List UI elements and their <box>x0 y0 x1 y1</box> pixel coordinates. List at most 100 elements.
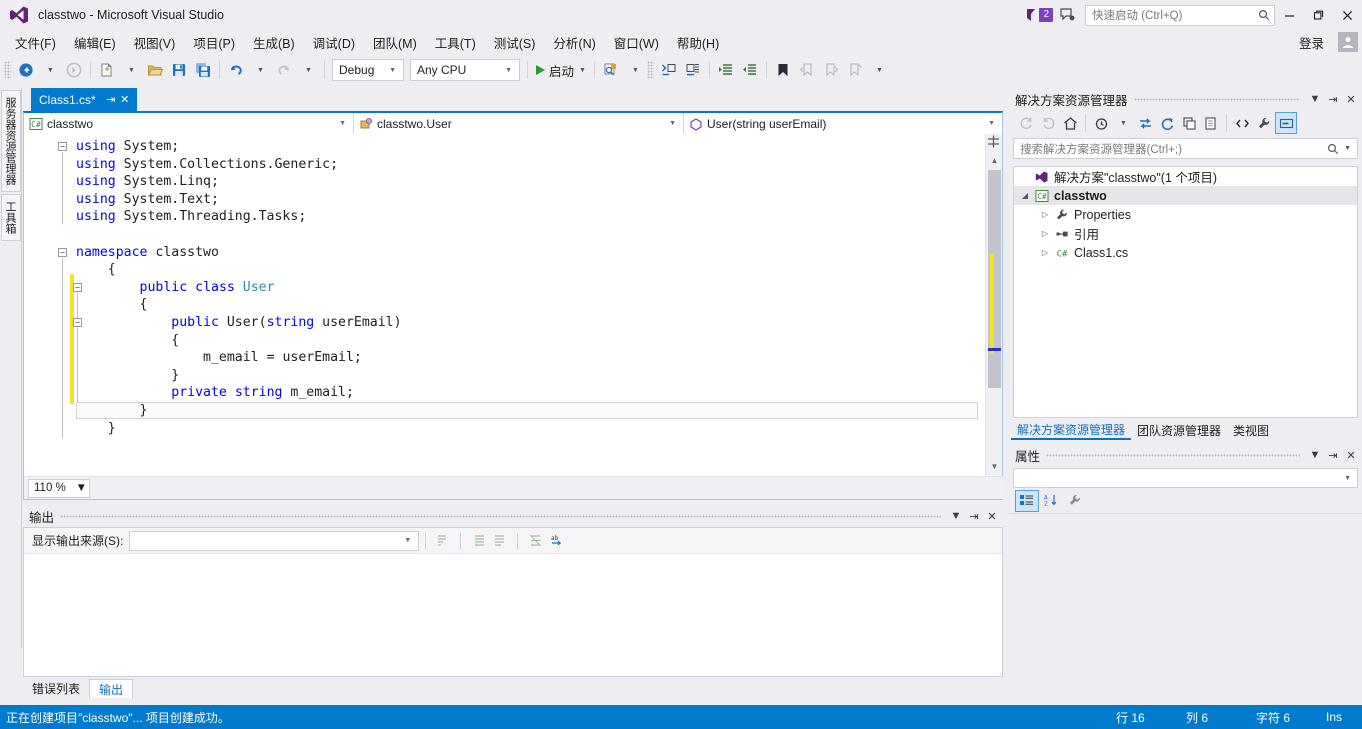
user-avatar-icon[interactable] <box>1338 32 1358 52</box>
close-icon[interactable]: ✕ <box>118 93 132 106</box>
start-debug-button[interactable]: 启动 ▼ <box>532 58 590 82</box>
toggle-word-wrap-icon[interactable] <box>489 530 511 552</box>
find-in-files-icon[interactable] <box>599 58 623 82</box>
auto-hide-tab-server-explorer[interactable]: 服务器资源管理器 <box>1 90 21 192</box>
menu-item-team[interactable]: 团队(M) <box>364 30 426 55</box>
find-dropdown[interactable]: ▼ <box>623 58 647 82</box>
toolbar-overflow-icon[interactable]: ▼ <box>867 58 891 82</box>
output-source-combo[interactable]: ▼ <box>129 530 420 551</box>
navbar-type-combo[interactable]: classtwo.User ▼ <box>354 113 684 134</box>
menu-item-file[interactable]: 文件(F) <box>6 30 65 55</box>
tab-output[interactable]: 输出 <box>89 679 134 698</box>
new-project-icon[interactable] <box>95 58 119 82</box>
solution-configuration-combo[interactable]: Debug ▼ <box>332 59 404 81</box>
menu-item-build[interactable]: 生成(B) <box>244 30 304 55</box>
redo-dropdown[interactable]: ▼ <box>296 58 320 82</box>
toolbar-grip-2[interactable] <box>646 61 654 79</box>
header-drag-dots[interactable] <box>1046 453 1300 457</box>
menu-item-debug[interactable]: 调试(D) <box>304 30 364 55</box>
toggle-autoscroll-icon[interactable]: ab <box>546 530 568 552</box>
scroll-up-icon[interactable]: ▲ <box>986 152 1003 168</box>
feedback-icon[interactable] <box>1057 4 1079 26</box>
header-drag-dots[interactable] <box>1133 97 1300 101</box>
solution-tree[interactable]: 解决方案"classtwo"(1 个项目) ◢ C# classtwo ▷ Pr… <box>1013 166 1358 418</box>
expander-expanded[interactable]: ◢ <box>1018 191 1032 200</box>
increase-indent-icon[interactable] <box>714 58 738 82</box>
refresh-icon[interactable] <box>1156 112 1178 134</box>
maximize-button[interactable] <box>1304 0 1333 30</box>
pending-changes-dropdown[interactable]: ▼ <box>1112 112 1134 134</box>
tab-error-list[interactable]: 错误列表 <box>23 679 90 698</box>
chevron-down-icon[interactable]: ▼ <box>1340 145 1355 152</box>
zoom-level-combo[interactable]: 110 % ▼ <box>28 478 90 498</box>
property-pages-icon[interactable] <box>1063 490 1087 512</box>
tree-row-properties[interactable]: ▷ Properties <box>1014 205 1357 224</box>
show-all-files-icon[interactable] <box>1200 112 1222 134</box>
chevron-down-icon[interactable]: ▼ <box>1306 90 1324 108</box>
undo-icon[interactable] <box>224 58 248 82</box>
solution-platform-combo[interactable]: Any CPU ▼ <box>410 59 520 81</box>
menu-item-tools[interactable]: 工具(T) <box>426 30 485 55</box>
menu-item-test[interactable]: 测试(S) <box>485 30 545 55</box>
clear-all-icon[interactable] <box>467 530 489 552</box>
redo-icon[interactable] <box>272 58 296 82</box>
tab-team-explorer[interactable]: 团队资源管理器 <box>1131 420 1227 440</box>
save-icon[interactable] <box>167 58 191 82</box>
decrease-indent-icon[interactable] <box>738 58 762 82</box>
sign-in-button[interactable]: 登录 <box>1289 33 1334 52</box>
pin-icon[interactable]: ⇥ <box>1324 446 1342 464</box>
navigate-forward-icon[interactable] <box>62 58 86 82</box>
next-bookmark-icon[interactable] <box>819 58 843 82</box>
quick-launch-input[interactable]: 快速启动 (Ctrl+Q) <box>1085 4 1275 26</box>
chevron-down-icon[interactable]: ▼ <box>947 507 965 525</box>
bookmark-icon[interactable] <box>771 58 795 82</box>
sync-with-active-document-icon[interactable] <box>1134 112 1156 134</box>
comment-selection-icon[interactable] <box>657 58 681 82</box>
close-icon[interactable]: ✕ <box>1342 446 1360 464</box>
previous-bookmark-icon[interactable] <box>795 58 819 82</box>
menu-item-analyze[interactable]: 分析(N) <box>544 30 604 55</box>
code-text[interactable]: using System; using System.Collections.Ge… <box>76 138 982 437</box>
tab-solution-explorer[interactable]: 解决方案资源管理器 <box>1011 420 1132 440</box>
menu-item-edit[interactable]: 编辑(E) <box>65 30 125 55</box>
header-drag-dots[interactable] <box>60 514 941 518</box>
navbar-project-combo[interactable]: C# classtwo ▼ <box>24 113 354 134</box>
pin-icon[interactable]: ⇥ <box>104 93 118 106</box>
undo-dropdown[interactable]: ▼ <box>248 58 272 82</box>
menu-item-window[interactable]: 窗口(W) <box>605 30 668 55</box>
uncomment-selection-icon[interactable] <box>681 58 705 82</box>
clear-bookmarks-icon[interactable] <box>843 58 867 82</box>
minimize-button[interactable] <box>1275 0 1304 30</box>
categorized-view-icon[interactable] <box>1015 489 1039 512</box>
properties-grid[interactable] <box>1009 520 1362 698</box>
tree-row-class1-cs[interactable]: ▷ C# Class1.cs <box>1014 243 1357 262</box>
go-to-message-icon[interactable] <box>524 530 546 552</box>
close-icon[interactable]: ✕ <box>1342 90 1360 108</box>
home-icon[interactable] <box>1059 112 1081 134</box>
code-editor-surface[interactable]: − − − − using System; using System.Collec… <box>24 134 1002 477</box>
tree-row-references[interactable]: ▷ 引用 <box>1014 224 1357 243</box>
auto-hide-tab-toolbox[interactable]: 工具箱 <box>1 194 21 241</box>
properties-object-combo[interactable]: ▼ <box>1013 468 1358 488</box>
menu-item-help[interactable]: 帮助(H) <box>668 30 728 55</box>
chevron-down-icon[interactable]: ▼ <box>1306 446 1324 464</box>
forward-icon[interactable] <box>1037 112 1059 134</box>
expander-collapsed[interactable]: ▷ <box>1038 229 1052 238</box>
tree-row-project-classtwo[interactable]: ◢ C# classtwo <box>1014 186 1357 205</box>
find-message-icon[interactable] <box>432 530 454 552</box>
pin-icon[interactable]: ⇥ <box>1324 90 1342 108</box>
tab-class-view[interactable]: 类视图 <box>1227 420 1275 440</box>
collapse-all-icon[interactable] <box>1178 112 1200 134</box>
preview-selected-items-icon[interactable] <box>1275 112 1297 134</box>
document-tab-class1[interactable]: Class1.cs* ⇥ ✕ <box>31 88 137 111</box>
properties-icon[interactable] <box>1253 112 1275 134</box>
menu-item-view[interactable]: 视图(V) <box>125 30 185 55</box>
open-file-icon[interactable] <box>143 58 167 82</box>
save-all-icon[interactable] <box>191 58 215 82</box>
pin-icon[interactable]: ⇥ <box>965 507 983 525</box>
view-code-icon[interactable] <box>1231 112 1253 134</box>
editor-vertical-scrollbar[interactable]: ▲ ▼ <box>985 134 1002 477</box>
outline-collapse-usings[interactable]: − <box>58 142 67 151</box>
expander-collapsed[interactable]: ▷ <box>1038 210 1052 219</box>
navigate-back-dropdown[interactable]: ▼ <box>38 58 62 82</box>
